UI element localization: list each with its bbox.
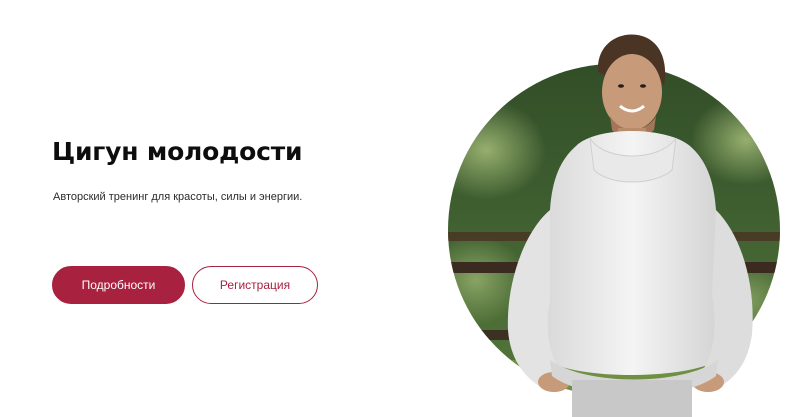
trainer-photo — [448, 34, 780, 417]
hero-title: Цигун молодости — [52, 137, 303, 166]
landing-hero: Цигун молодости Авторский тренинг для кр… — [0, 0, 810, 417]
details-button[interactable]: Подробности — [52, 266, 185, 304]
register-button[interactable]: Регистрация — [192, 266, 318, 304]
hero-subtitle: Авторский тренинг для красоты, силы и эн… — [53, 191, 303, 203]
